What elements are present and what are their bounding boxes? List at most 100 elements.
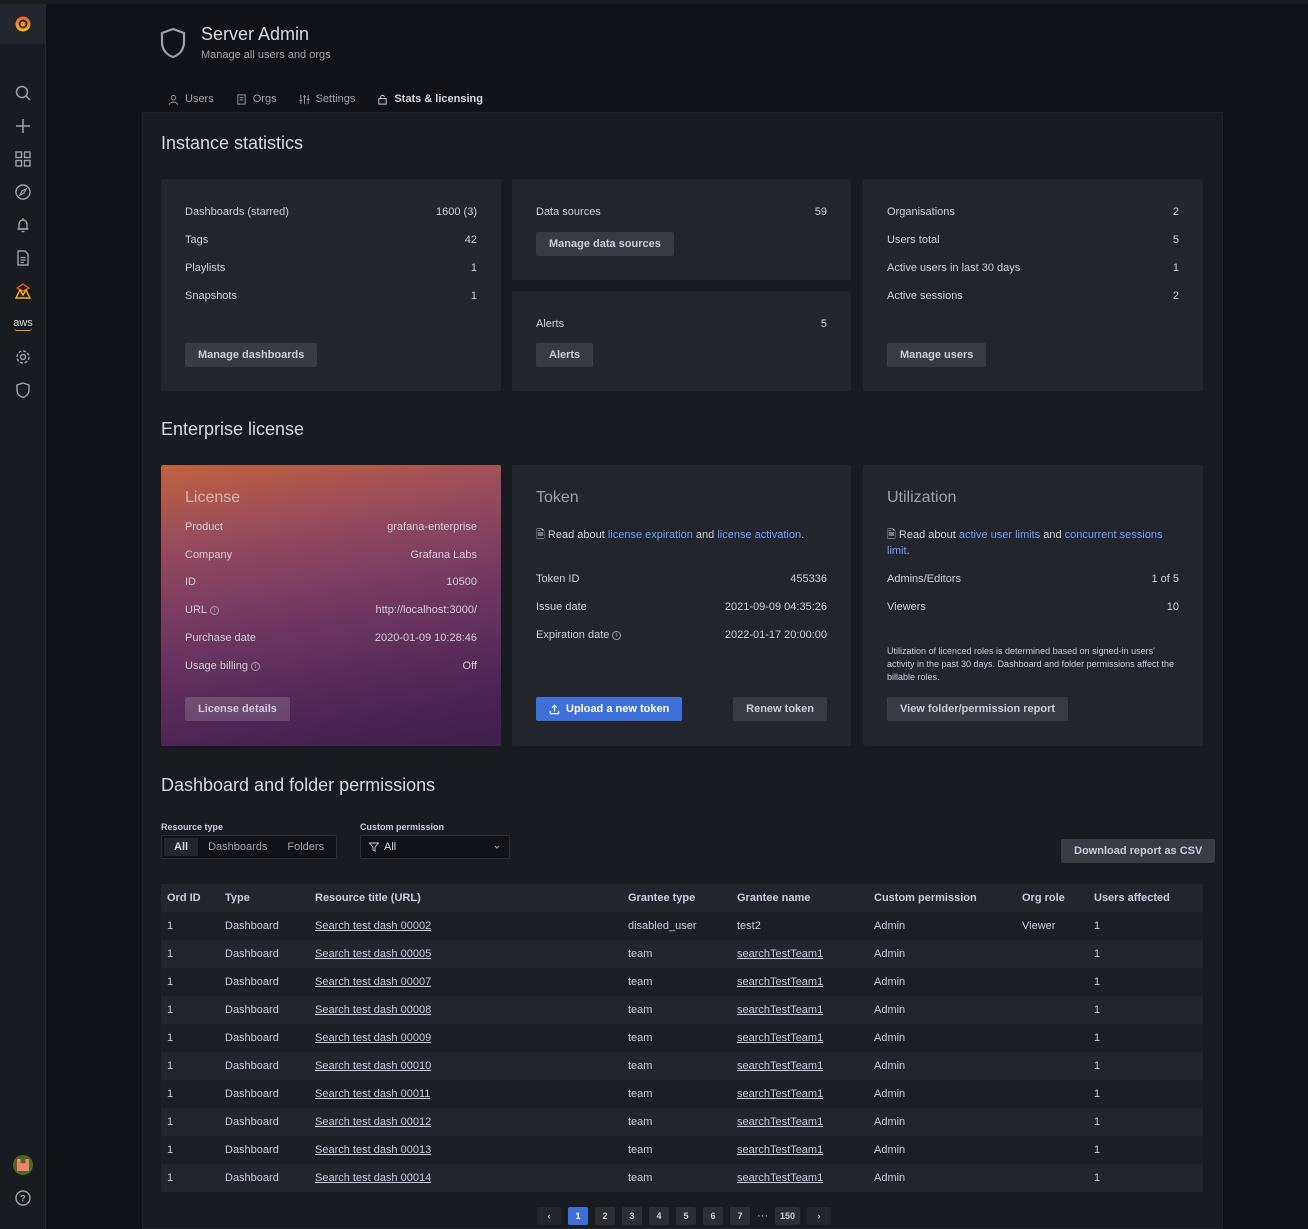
stat-label: Organisations [887, 206, 955, 218]
info-icon[interactable]: i [250, 661, 260, 671]
alerting-icon[interactable] [0, 210, 46, 240]
grantee-link[interactable]: searchTestTeam1 [737, 1088, 823, 1100]
info-icon[interactable]: i [612, 630, 622, 640]
table-row: 1 Dashboard Search test dash 00014 team sear… [161, 1164, 1203, 1192]
resource-link[interactable]: Search test dash 00011 [315, 1088, 430, 1100]
plus-icon[interactable] [0, 111, 46, 141]
tab-bar: Users Orgs Settings Stats & licensing [159, 88, 496, 115]
cell-grantee-name: searchTestTeam1 [731, 1136, 868, 1164]
token-label: Expiration date [536, 629, 610, 641]
license-card: License Product grafana-enterprise Compan… [161, 465, 501, 746]
license-activation-link[interactable]: license activation [717, 529, 801, 541]
manage-data-sources-button[interactable]: Manage data sources [536, 232, 674, 256]
table-row: 1 Dashboard Search test dash 00008 team sear… [161, 996, 1203, 1024]
token-card: Token 🗎 Read about license expiration an… [512, 465, 851, 746]
explore-icon[interactable] [0, 177, 46, 207]
resource-type-all[interactable]: All [164, 838, 199, 856]
resource-link[interactable]: Search test dash 00012 [315, 1116, 431, 1128]
stat-label: Alerts [536, 318, 565, 330]
aws-icon[interactable]: aws [0, 309, 46, 339]
cell-org-role [1016, 1136, 1088, 1164]
cell-grantee-type: disabled_user [622, 912, 731, 940]
download-csv-button[interactable]: Download report as CSV [1061, 839, 1216, 863]
next-page-button[interactable]: › [807, 1207, 832, 1225]
cell-type: Dashboard [219, 1024, 309, 1052]
info-icon[interactable]: i [210, 605, 220, 615]
pagination: ‹ 1 2 3 4 5 6 7 ··· 150 › [537, 1207, 832, 1225]
manage-dashboards-button[interactable]: Manage dashboards [185, 343, 318, 367]
cell-custom-permission: Admin [868, 940, 1016, 968]
resource-type-folders[interactable]: Folders [277, 838, 334, 856]
page-button-1[interactable]: 1 [568, 1207, 588, 1225]
column-header-resource-title[interactable]: Resource title (URL) [309, 884, 622, 912]
column-header-grantee-name[interactable]: Grantee name [731, 884, 868, 912]
grantee-link[interactable]: searchTestTeam1 [737, 1144, 823, 1156]
grantee-link[interactable]: searchTestTeam1 [737, 976, 823, 988]
license-row: Usage billing i Off [185, 660, 477, 672]
tab-settings[interactable]: Settings [290, 88, 365, 110]
prev-page-button[interactable]: ‹ [537, 1207, 561, 1225]
help-icon[interactable]: ? [0, 1183, 46, 1213]
resource-link[interactable]: Search test dash 00008 [315, 1004, 431, 1016]
column-header-custom-permission[interactable]: Custom permission [868, 884, 1016, 912]
tab-orgs[interactable]: Orgs [227, 88, 286, 110]
utilization-label: Viewers [887, 601, 926, 613]
column-header-grantee-type[interactable]: Grantee type [622, 884, 731, 912]
grantee-link[interactable]: searchTestTeam1 [737, 948, 823, 960]
cell-grantee-type: team [622, 996, 731, 1024]
resource-link[interactable]: Search test dash 00009 [315, 1032, 431, 1044]
resource-link[interactable]: Search test dash 00014 [315, 1172, 431, 1184]
token-row: Token ID 455336 [536, 573, 827, 585]
custom-permission-select[interactable]: All [360, 835, 510, 859]
license-expiration-link[interactable]: license expiration [608, 529, 693, 541]
grantee-link[interactable]: searchTestTeam1 [737, 1116, 823, 1128]
tab-label: Stats & licensing [394, 93, 483, 105]
token-label: Token ID [536, 573, 580, 585]
upload-token-button[interactable]: Upload a new token [536, 697, 683, 721]
column-header-users-affected[interactable]: Users affected [1088, 884, 1203, 912]
alerts-button[interactable]: Alerts [536, 343, 594, 367]
resource-link[interactable]: Search test dash 00002 [315, 920, 431, 932]
column-header-type[interactable]: Type [219, 884, 309, 912]
cell-users-affected: 1 [1088, 968, 1203, 996]
page-button-2[interactable]: 2 [595, 1207, 615, 1225]
resource-link[interactable]: Search test dash 00010 [315, 1060, 431, 1072]
page-button-7[interactable]: 7 [730, 1207, 750, 1225]
page-button-4[interactable]: 4 [649, 1207, 669, 1225]
grantee-link[interactable]: searchTestTeam1 [737, 1032, 823, 1044]
view-permission-report-button[interactable]: View folder/permission report [887, 697, 1069, 721]
cell-type: Dashboard [219, 1080, 309, 1108]
active-user-limits-link[interactable]: active user limits [959, 529, 1040, 541]
grafana-logo[interactable] [0, 4, 45, 44]
reports-icon[interactable] [0, 243, 46, 273]
resource-link[interactable]: Search test dash 00007 [315, 976, 431, 988]
license-details-button[interactable]: License details [185, 697, 290, 721]
configuration-icon[interactable] [0, 342, 46, 372]
plugin-app-icon[interactable] [0, 276, 46, 306]
renew-token-button[interactable]: Renew token [733, 697, 827, 721]
resource-link[interactable]: Search test dash 00005 [315, 948, 431, 960]
resource-link[interactable]: Search test dash 00013 [315, 1144, 431, 1156]
user-avatar[interactable] [0, 1150, 46, 1180]
tab-stats-licensing[interactable]: Stats & licensing [368, 88, 492, 115]
cell-org-role [1016, 1108, 1088, 1136]
manage-users-button[interactable]: Manage users [887, 343, 987, 367]
page-button-last[interactable]: 150 [775, 1207, 801, 1225]
search-icon[interactable] [0, 78, 46, 108]
grantee-link[interactable]: searchTestTeam1 [737, 1060, 823, 1072]
column-header-ord-id[interactable]: Ord ID [161, 884, 219, 912]
dashboards-icon[interactable] [0, 144, 46, 174]
resource-type-dashboards[interactable]: Dashboards [198, 838, 277, 856]
cell-ord-id: 1 [161, 940, 219, 968]
grantee-link[interactable]: searchTestTeam1 [737, 1004, 823, 1016]
page-button-5[interactable]: 5 [676, 1207, 696, 1225]
grantee-link[interactable]: searchTestTeam1 [737, 1172, 823, 1184]
server-admin-icon[interactable] [0, 375, 46, 405]
column-header-org-role[interactable]: Org role [1016, 884, 1088, 912]
instance-statistics-heading: Instance statistics [161, 133, 304, 153]
cell-grantee-type: team [622, 1052, 731, 1080]
page-button-6[interactable]: 6 [703, 1207, 723, 1225]
cell-grantee-type: team [622, 968, 731, 996]
page-button-3[interactable]: 3 [622, 1207, 642, 1225]
tab-users[interactable]: Users [159, 88, 223, 110]
